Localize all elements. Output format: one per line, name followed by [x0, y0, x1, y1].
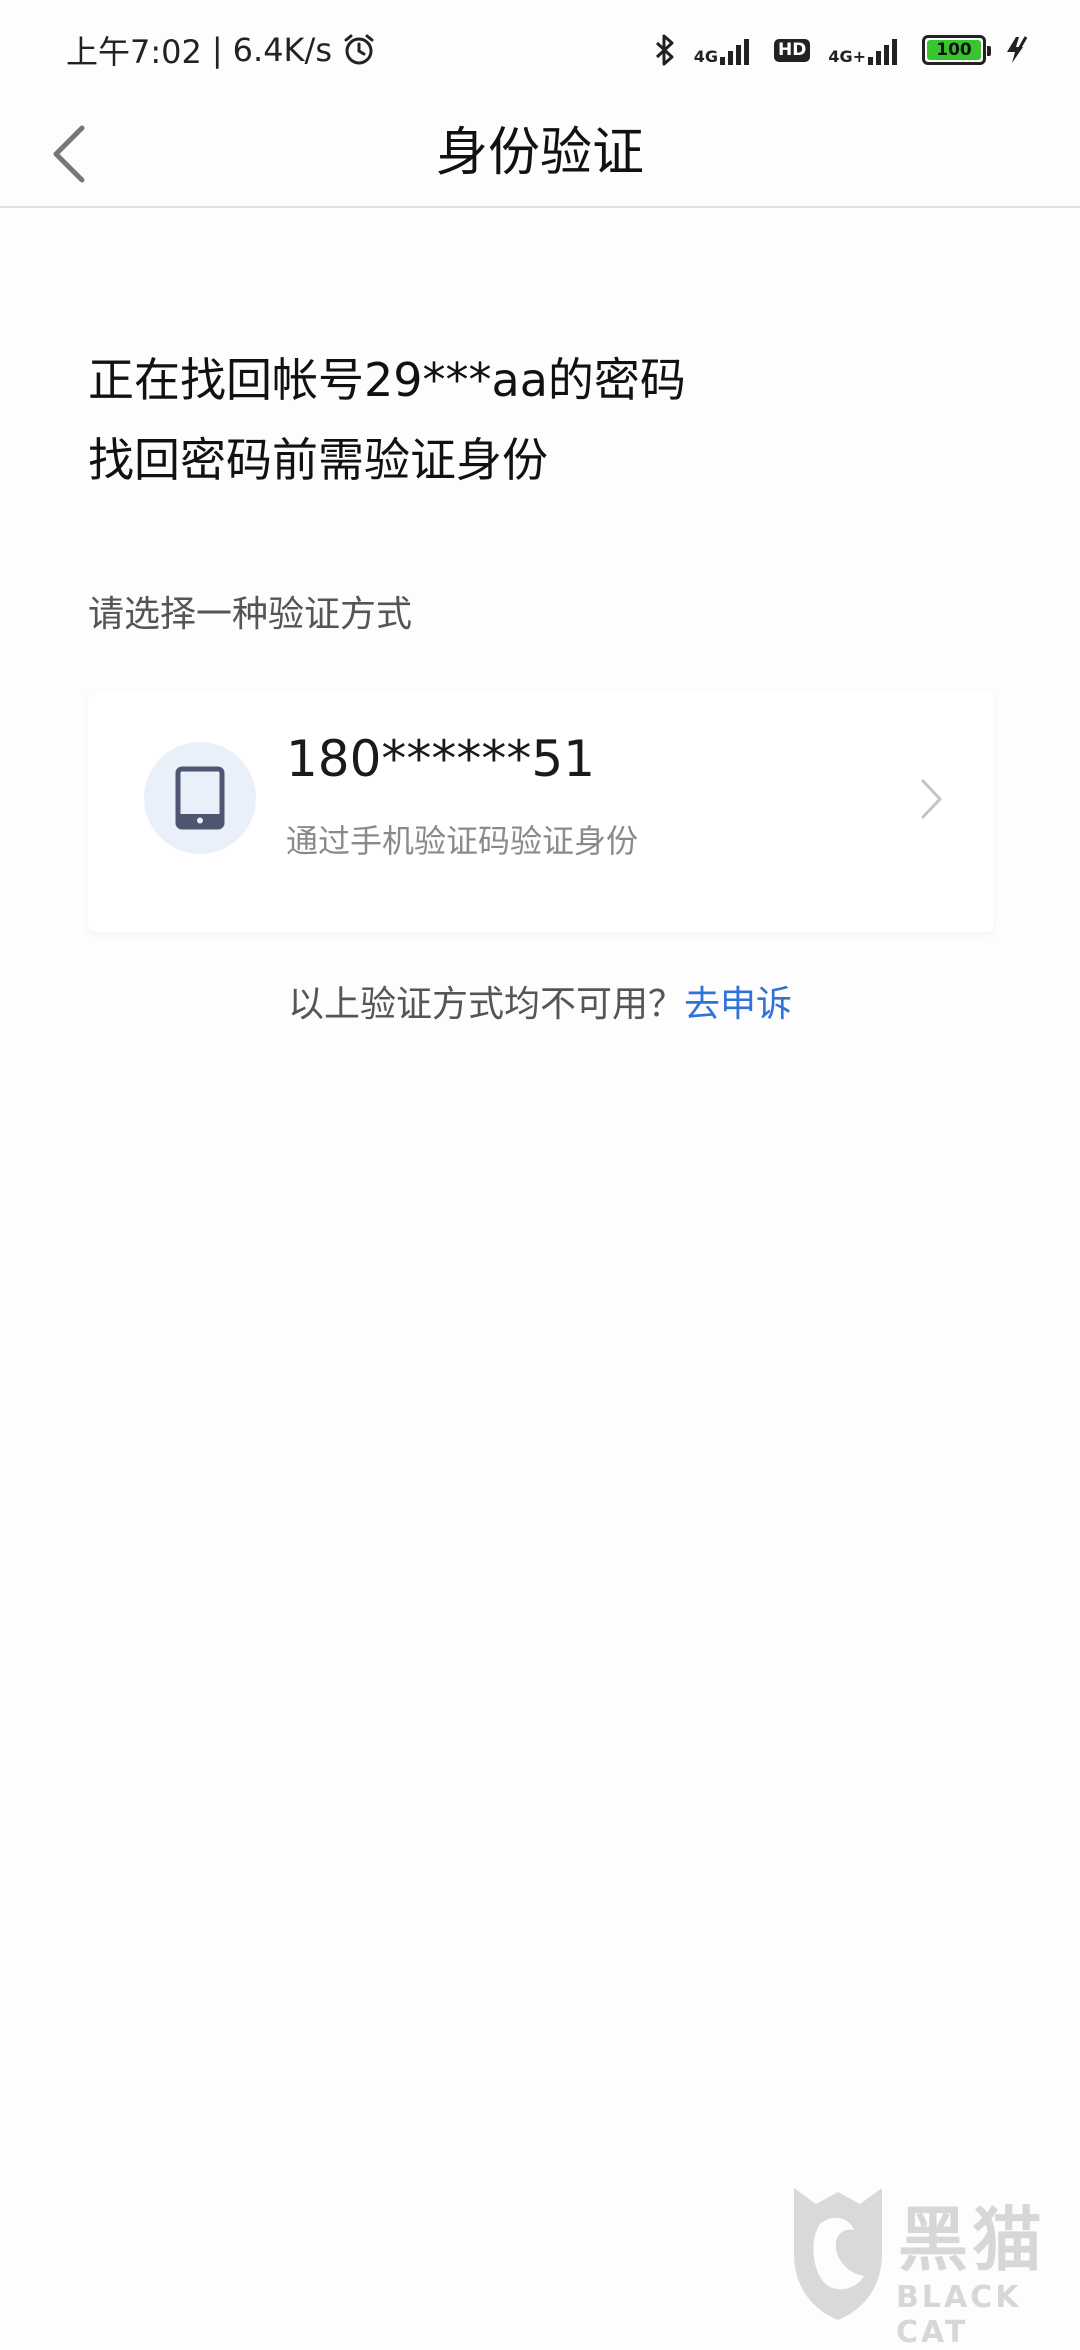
status-bar: 上午7:02 | 6.4K/s 4G HD 4G+ 100	[0, 0, 1080, 100]
status-separator: |	[211, 31, 223, 69]
heading-line-2: 找回密码前需验证身份	[88, 433, 548, 487]
masked-phone-number: 180******51	[286, 730, 596, 788]
black-cat-watermark: 黑猫 BLACK CAT	[788, 2180, 1068, 2350]
phone-verification-option[interactable]: 180******51 通过手机验证码验证身份	[88, 692, 994, 932]
network-type-1: 4G	[693, 47, 718, 66]
appeal-line: 以上验证方式均不可用？去申诉	[0, 975, 1080, 1027]
signal-icon	[719, 35, 756, 65]
status-right: 4G HD 4G+ 100	[654, 33, 1034, 67]
status-speed: 6.4K/s	[232, 31, 332, 69]
battery-indicator: 100	[922, 35, 991, 65]
method-prompt: 请选择一种验证方式	[88, 594, 413, 635]
title-bar: 身份验证	[0, 100, 1080, 208]
alarm-icon	[342, 33, 376, 67]
bluetooth-icon	[654, 33, 676, 67]
method-description: 通过手机验证码验证身份	[286, 822, 639, 860]
charging-icon	[1004, 35, 1034, 65]
signal-1: 4G	[694, 35, 756, 65]
page-title: 身份验证	[435, 123, 644, 183]
phone-icon	[175, 766, 225, 830]
cat-shield-logo	[794, 2188, 882, 2320]
network-type-2: 4G+	[828, 47, 866, 66]
battery-level: 100	[927, 40, 981, 60]
phone-icon-circle	[144, 742, 256, 854]
hd-badge: HD	[773, 38, 811, 62]
appeal-link[interactable]: 去申诉	[684, 984, 792, 1025]
status-time: 上午7:02	[66, 33, 202, 71]
watermark-cn: 黑猫	[898, 2199, 1046, 2281]
heading-line-1: 正在找回帐号29***aa的密码	[88, 353, 686, 407]
appeal-text: 以上验证方式均不可用？	[287, 984, 684, 1025]
signal-2: 4G+	[828, 35, 904, 65]
status-left: 上午7:02 | 6.4K/s	[66, 27, 376, 73]
chevron-right-icon	[920, 778, 944, 824]
signal-icon	[868, 35, 904, 65]
heading: 正在找回帐号29***aa的密码 找回密码前需验证身份	[88, 340, 686, 500]
